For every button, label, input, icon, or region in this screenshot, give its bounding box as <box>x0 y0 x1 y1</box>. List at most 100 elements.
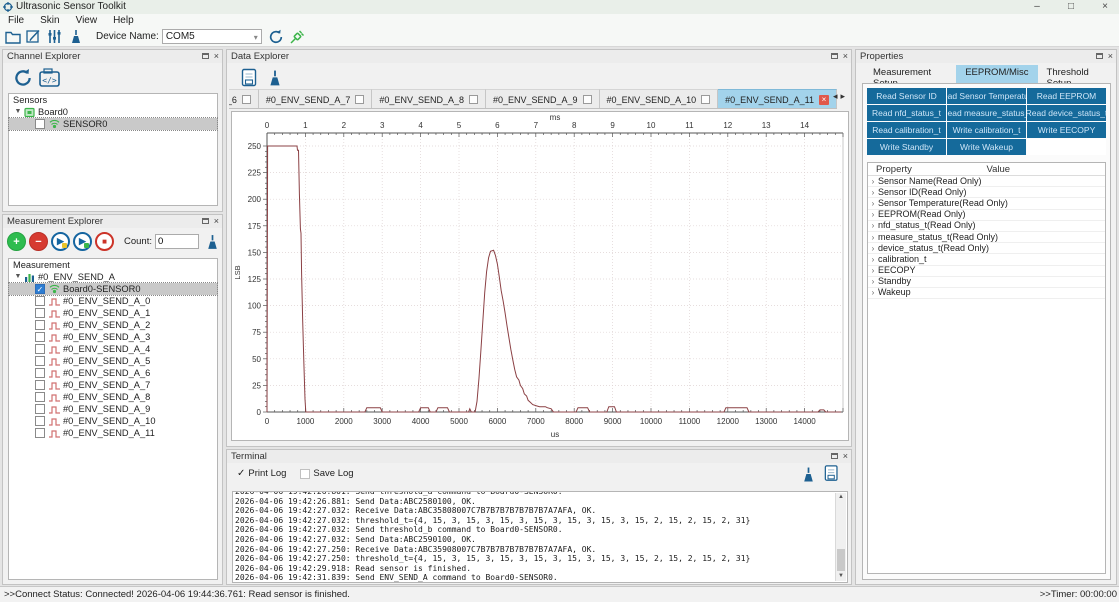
measurement-sensor-checkbox[interactable]: ✓ <box>35 284 45 294</box>
close-panel-icon[interactable]: × <box>214 51 219 61</box>
terminal-scrollbar[interactable]: ▲ ▼ <box>835 493 846 581</box>
stop-button[interactable]: ■ <box>95 232 114 251</box>
data-tab[interactable]: #0_ENV_SEND_A_11× <box>718 89 837 109</box>
scrollbar-thumb[interactable] <box>837 549 845 571</box>
measurement-item-checkbox[interactable] <box>35 428 45 438</box>
measurement-item-checkbox[interactable] <box>35 344 45 354</box>
tab-scroll-right-button[interactable]: ▸ <box>840 91 848 101</box>
read-eeprom-button[interactable]: Read EEPROM <box>1027 88 1106 104</box>
measurement-item-checkbox[interactable] <box>35 404 45 414</box>
measurement-item-checkbox[interactable] <box>35 308 45 318</box>
measurement-item-checkbox[interactable] <box>35 320 45 330</box>
menu-item-help[interactable]: Help <box>105 15 142 26</box>
tab-checkbox[interactable] <box>355 95 364 104</box>
clear-brush-button[interactable] <box>67 28 84 45</box>
write-wakeup-button[interactable]: Write Wakeup <box>947 139 1026 155</box>
float-panel-icon[interactable] <box>202 218 209 224</box>
close-panel-icon[interactable]: × <box>843 51 848 61</box>
measurement-item-checkbox[interactable] <box>35 392 45 402</box>
print-log-checkbox[interactable]: ✓ <box>237 468 245 479</box>
property-row[interactable]: ›calibration_t <box>868 254 1105 265</box>
scroll-down-icon[interactable]: ▼ <box>836 572 846 581</box>
read-measure-status-t-button[interactable]: Read measure_status_t <box>947 105 1026 121</box>
property-row[interactable]: ›device_status_t(Read Only) <box>868 243 1105 254</box>
write-calibration-t-button[interactable]: Write calibration_t <box>947 122 1026 138</box>
property-row[interactable]: ›EEPROM(Read Only) <box>868 210 1105 221</box>
measurement-item-checkbox[interactable] <box>35 368 45 378</box>
measurement-item[interactable]: #0_ENV_SEND_A_11 <box>9 427 217 439</box>
float-panel-icon[interactable] <box>831 453 838 459</box>
edit-button[interactable] <box>25 28 42 45</box>
envelope-chart[interactable]: 01234567891011121314ms010002000300040005… <box>232 112 848 440</box>
property-row[interactable]: ›measure_status_t(Read Only) <box>868 232 1105 243</box>
measurement-item-checkbox[interactable] <box>35 380 45 390</box>
property-row[interactable]: ›Sensor Name(Read Only) <box>868 176 1105 187</box>
tab-checkbox[interactable] <box>242 95 251 104</box>
expand-arrow-icon[interactable]: › <box>868 265 878 276</box>
close-panel-icon[interactable]: × <box>214 216 219 226</box>
clear-charts-button[interactable] <box>265 67 285 88</box>
save-log-checkbox[interactable] <box>300 469 310 479</box>
measurement-item[interactable]: #0_ENV_SEND_A_10 <box>9 415 217 427</box>
data-tab[interactable]: #0_ENV_SEND_A_6 <box>229 89 259 109</box>
save-data-button[interactable] <box>239 67 261 88</box>
terminal-log[interactable]: 2026-04-06 19:42:26.801: Send threshold_… <box>232 491 848 583</box>
data-tab[interactable]: #0_ENV_SEND_A_7 <box>259 89 373 109</box>
expand-arrow-icon[interactable]: › <box>868 209 878 220</box>
run-once-button[interactable]: ▶ <box>51 232 70 251</box>
device-name-select[interactable]: COM5 ▾ <box>162 29 262 44</box>
count-input[interactable] <box>155 234 199 249</box>
expand-caret-icon[interactable]: ▼ <box>13 106 23 118</box>
measurement-item[interactable]: #0_ENV_SEND_A_6 <box>9 367 217 379</box>
expand-arrow-icon[interactable]: › <box>868 254 878 265</box>
property-row[interactable]: ›Wakeup <box>868 288 1105 299</box>
save-log-button[interactable] <box>824 465 841 482</box>
clear-log-button[interactable] <box>800 466 817 483</box>
property-row[interactable]: ›EECOPY <box>868 266 1105 277</box>
measurement-sensor-node[interactable]: ✓ Board0-SENSOR0 <box>9 283 217 295</box>
close-button[interactable]: × <box>1099 0 1111 14</box>
sensor-checkbox[interactable] <box>35 119 45 129</box>
expand-arrow-icon[interactable]: › <box>868 287 878 298</box>
board-node[interactable]: ▼ Board0 <box>9 106 217 118</box>
float-panel-icon[interactable] <box>202 53 209 59</box>
minimize-button[interactable]: – <box>1031 0 1043 14</box>
property-row[interactable]: ›Standby <box>868 277 1105 288</box>
expand-arrow-icon[interactable]: › <box>868 276 878 287</box>
menu-item-skin[interactable]: Skin <box>32 15 67 26</box>
expand-arrow-icon[interactable]: › <box>868 187 878 198</box>
scan-sensors-button[interactable] <box>12 67 33 88</box>
clear-measurements-button[interactable] <box>204 233 221 250</box>
write-eecopy-button[interactable]: Write EECOPY <box>1027 122 1106 138</box>
measurement-item-checkbox[interactable] <box>35 356 45 366</box>
measurement-item[interactable]: #0_ENV_SEND_A_3 <box>9 331 217 343</box>
tab-checkbox[interactable] <box>701 95 710 104</box>
data-tab[interactable]: #0_ENV_SEND_A_10 <box>600 89 719 109</box>
expand-arrow-icon[interactable]: › <box>868 232 878 243</box>
measurement-item[interactable]: #0_ENV_SEND_A_8 <box>9 391 217 403</box>
expand-arrow-icon[interactable]: › <box>868 220 878 231</box>
menu-item-view[interactable]: View <box>68 15 106 26</box>
measurement-item-checkbox[interactable] <box>35 296 45 306</box>
read-nfd-status-t-button[interactable]: Read nfd_status_t <box>867 105 946 121</box>
measurement-item[interactable]: #0_ENV_SEND_A_7 <box>9 379 217 391</box>
measurement-item[interactable]: #0_ENV_SEND_A_5 <box>9 355 217 367</box>
property-row[interactable]: ›Sensor Temperature(Read Only) <box>868 198 1105 209</box>
measurement-item[interactable]: #0_ENV_SEND_A_0 <box>9 295 217 307</box>
measurement-item[interactable]: #0_ENV_SEND_A_2 <box>9 319 217 331</box>
connect-plug-icon[interactable] <box>289 28 306 45</box>
add-measurement-button[interactable]: + <box>7 232 26 251</box>
data-tab[interactable]: #0_ENV_SEND_A_9 <box>486 89 600 109</box>
settings-sliders-button[interactable] <box>46 28 63 45</box>
tab-checkbox[interactable] <box>469 95 478 104</box>
read-device-status-t-button[interactable]: Read device_status_t <box>1027 105 1106 121</box>
open-folder-button[interactable] <box>4 28 21 45</box>
remove-measurement-button[interactable]: − <box>29 232 48 251</box>
expand-arrow-icon[interactable]: › <box>868 198 878 209</box>
read-sensor-temperature-button[interactable]: Read Sensor Temperature <box>947 88 1026 104</box>
close-panel-icon[interactable]: × <box>1108 51 1113 61</box>
measurement-item[interactable]: #0_ENV_SEND_A_9 <box>9 403 217 415</box>
measurement-group-node[interactable]: ▼ #0_ENV_SEND_A <box>9 271 217 283</box>
measurement-item[interactable]: #0_ENV_SEND_A_4 <box>9 343 217 355</box>
float-panel-icon[interactable] <box>1096 53 1103 59</box>
